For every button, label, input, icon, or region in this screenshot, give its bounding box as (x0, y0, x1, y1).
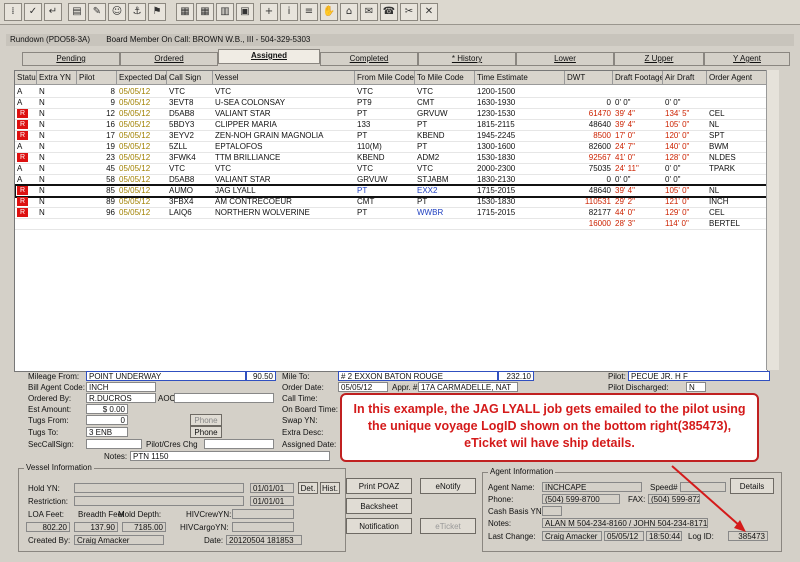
annotation-arrow (671, 465, 746, 532)
arrow-line (671, 465, 741, 527)
app-window: ⁞ ✓ ↵ ▤ ✎ ☺ ⚓ ⚑ ▦ ▦ ▥ ▣ + i ≡ ✋ ⌂ ✉ ☎ ✂ … (0, 0, 800, 562)
